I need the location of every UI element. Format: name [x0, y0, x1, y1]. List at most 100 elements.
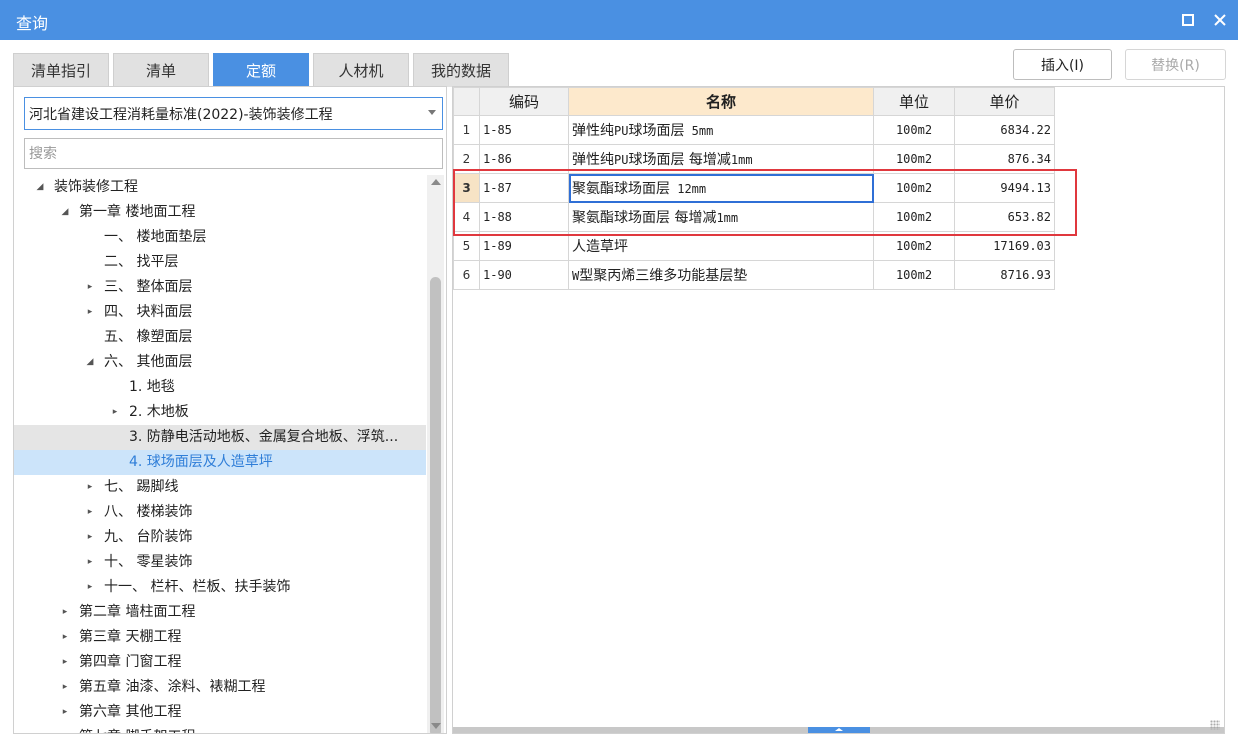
- tree-item[interactable]: ▸ 2. 木地板: [14, 400, 426, 425]
- tree-item[interactable]: 3. 防静电活动地板、金属复合地板、浮筑...: [14, 425, 426, 450]
- tree-item[interactable]: ▸ 七、 踢脚线: [14, 475, 426, 500]
- tab-bill-guide[interactable]: 清单指引: [13, 53, 109, 87]
- expand-icon[interactable]: ◢: [84, 350, 96, 375]
- name-cell[interactable]: W型聚丙烯三维多功能基层垫: [568, 260, 874, 290]
- chevron-up-icon[interactable]: [808, 727, 870, 733]
- row-number[interactable]: 3: [453, 173, 480, 203]
- unit-cell[interactable]: 100m2: [873, 231, 955, 261]
- row-number[interactable]: 5: [453, 231, 480, 261]
- collapse-icon[interactable]: ▸: [59, 600, 71, 625]
- table-row[interactable]: 6 1-90 W型聚丙烯三维多功能基层垫 100m2 8716.93: [453, 260, 1055, 290]
- resize-grip-icon[interactable]: [1210, 720, 1220, 730]
- tree-item[interactable]: ▸ 第五章 油漆、涂料、裱糊工程: [14, 675, 426, 700]
- code-cell[interactable]: 1-89: [479, 231, 569, 261]
- tree-item[interactable]: 一、 楼地面垫层: [14, 225, 426, 250]
- unit-cell[interactable]: 100m2: [873, 202, 955, 232]
- scroll-thumb[interactable]: [430, 277, 441, 733]
- tree-scrollbar[interactable]: [427, 175, 444, 733]
- tree-item[interactable]: ▸ 第六章 其他工程: [14, 700, 426, 725]
- unit-cell[interactable]: 100m2: [873, 260, 955, 290]
- tab-quota[interactable]: 定额: [213, 53, 309, 87]
- tree-item[interactable]: ▸ 第七章 脚手架工程: [14, 725, 426, 733]
- row-number[interactable]: 4: [453, 202, 480, 232]
- name-cell[interactable]: 人造草坪: [568, 231, 874, 261]
- scroll-down-icon[interactable]: [431, 723, 441, 729]
- collapse-icon[interactable]: ▸: [84, 525, 96, 550]
- insert-button[interactable]: 插入(I): [1013, 49, 1112, 80]
- name-cell[interactable]: 聚氨酯球场面层 每增减1mm: [568, 202, 874, 232]
- tree-item[interactable]: ▸ 十、 零星装饰: [14, 550, 426, 575]
- tree-item[interactable]: ▸ 八、 楼梯装饰: [14, 500, 426, 525]
- table-row[interactable]: 5 1-89 人造草坪 100m2 17169.03: [453, 231, 1055, 261]
- row-number[interactable]: 1: [453, 115, 480, 145]
- price-cell[interactable]: 876.34: [954, 144, 1055, 174]
- expand-icon[interactable]: ◢: [59, 200, 71, 225]
- name-part: 5mm: [684, 124, 714, 138]
- price-cell[interactable]: 17169.03: [954, 231, 1055, 261]
- header-unit[interactable]: 单位: [873, 87, 955, 116]
- code-cell[interactable]: 1-87: [479, 173, 569, 203]
- collapse-icon[interactable]: ▸: [109, 400, 121, 425]
- header-code[interactable]: 编码: [479, 87, 569, 116]
- replace-button[interactable]: 替换(R): [1125, 49, 1226, 80]
- collapse-icon[interactable]: ▸: [84, 300, 96, 325]
- tree-item[interactable]: ▸ 十一、 栏杆、栏板、扶手装饰: [14, 575, 426, 600]
- row-number[interactable]: 2: [453, 144, 480, 174]
- tree-item[interactable]: ▸ 第四章 门窗工程: [14, 650, 426, 675]
- table-row[interactable]: 3 1-87 聚氨酯球场面层 12mm 100m2 9494.13: [453, 173, 1055, 203]
- name-cell[interactable]: 弹性纯PU球场面层 5mm: [568, 115, 874, 145]
- tree-item[interactable]: ▸ 九、 台阶装饰: [14, 525, 426, 550]
- collapse-icon[interactable]: ▸: [59, 725, 71, 733]
- collapse-icon[interactable]: ▸: [84, 500, 96, 525]
- code-cell[interactable]: 1-90: [479, 260, 569, 290]
- code-cell[interactable]: 1-85: [479, 115, 569, 145]
- header-price[interactable]: 单价: [954, 87, 1055, 116]
- name-part: 1mm: [716, 211, 739, 225]
- table-row[interactable]: 4 1-88 聚氨酯球场面层 每增减1mm 100m2 653.82: [453, 202, 1055, 232]
- code-cell[interactable]: 1-86: [479, 144, 569, 174]
- tree-item[interactable]: 二、 找平层: [14, 250, 426, 275]
- close-button[interactable]: [1208, 8, 1232, 32]
- price-cell[interactable]: 9494.13: [954, 173, 1055, 203]
- tree-item[interactable]: ▸ 四、 块料面层: [14, 300, 426, 325]
- table-row[interactable]: 1 1-85 弹性纯PU球场面层 5mm 100m2 6834.22: [453, 115, 1055, 145]
- tree-item[interactable]: 五、 橡塑面层: [14, 325, 426, 350]
- tab-my-data[interactable]: 我的数据: [413, 53, 509, 87]
- tree-item[interactable]: ◢ 第一章 楼地面工程: [14, 200, 426, 225]
- collapse-icon[interactable]: ▸: [84, 575, 96, 600]
- tree-item[interactable]: ▸ 第二章 墙柱面工程: [14, 600, 426, 625]
- header-name[interactable]: 名称: [568, 87, 874, 116]
- tab-bill[interactable]: 清单: [113, 53, 209, 87]
- expand-icon[interactable]: ◢: [34, 175, 46, 200]
- library-select[interactable]: 河北省建设工程消耗量标准(2022)-装饰装修工程: [24, 97, 443, 130]
- collapse-icon[interactable]: ▸: [59, 700, 71, 725]
- table-row[interactable]: 2 1-86 弹性纯PU球场面层 每增减1mm 100m2 876.34: [453, 144, 1055, 174]
- unit-cell[interactable]: 100m2: [873, 144, 955, 174]
- tab-labor-material-machine[interactable]: 人材机: [313, 53, 409, 87]
- unit-cell[interactable]: 100m2: [873, 115, 955, 145]
- collapse-icon[interactable]: ▸: [84, 550, 96, 575]
- horizontal-scrollbar[interactable]: [453, 727, 1224, 733]
- price-cell[interactable]: 8716.93: [954, 260, 1055, 290]
- tree-item[interactable]: 1. 地毯: [14, 375, 426, 400]
- price-cell[interactable]: 653.82: [954, 202, 1055, 232]
- tree-item[interactable]: ▸ 三、 整体面层: [14, 275, 426, 300]
- collapse-icon[interactable]: ▸: [59, 675, 71, 700]
- collapse-icon[interactable]: ▸: [59, 650, 71, 675]
- unit-cell[interactable]: 100m2: [873, 173, 955, 203]
- tree-item[interactable]: ◢ 六、 其他面层: [14, 350, 426, 375]
- price-cell[interactable]: 6834.22: [954, 115, 1055, 145]
- collapse-icon[interactable]: ▸: [84, 475, 96, 500]
- name-cell[interactable]: 弹性纯PU球场面层 每增减1mm: [568, 144, 874, 174]
- code-cell[interactable]: 1-88: [479, 202, 569, 232]
- name-cell[interactable]: 聚氨酯球场面层 12mm: [568, 173, 874, 203]
- collapse-icon[interactable]: ▸: [59, 625, 71, 650]
- search-input[interactable]: [24, 138, 443, 169]
- tree-item[interactable]: ▸ 第三章 天棚工程: [14, 625, 426, 650]
- collapse-icon[interactable]: ▸: [84, 275, 96, 300]
- tree-item[interactable]: 4. 球场面层及人造草坪: [14, 450, 426, 475]
- maximize-button[interactable]: [1176, 8, 1200, 32]
- tree-item[interactable]: ◢ 装饰装修工程: [14, 175, 426, 200]
- scroll-up-icon[interactable]: [431, 179, 441, 185]
- row-number[interactable]: 6: [453, 260, 480, 290]
